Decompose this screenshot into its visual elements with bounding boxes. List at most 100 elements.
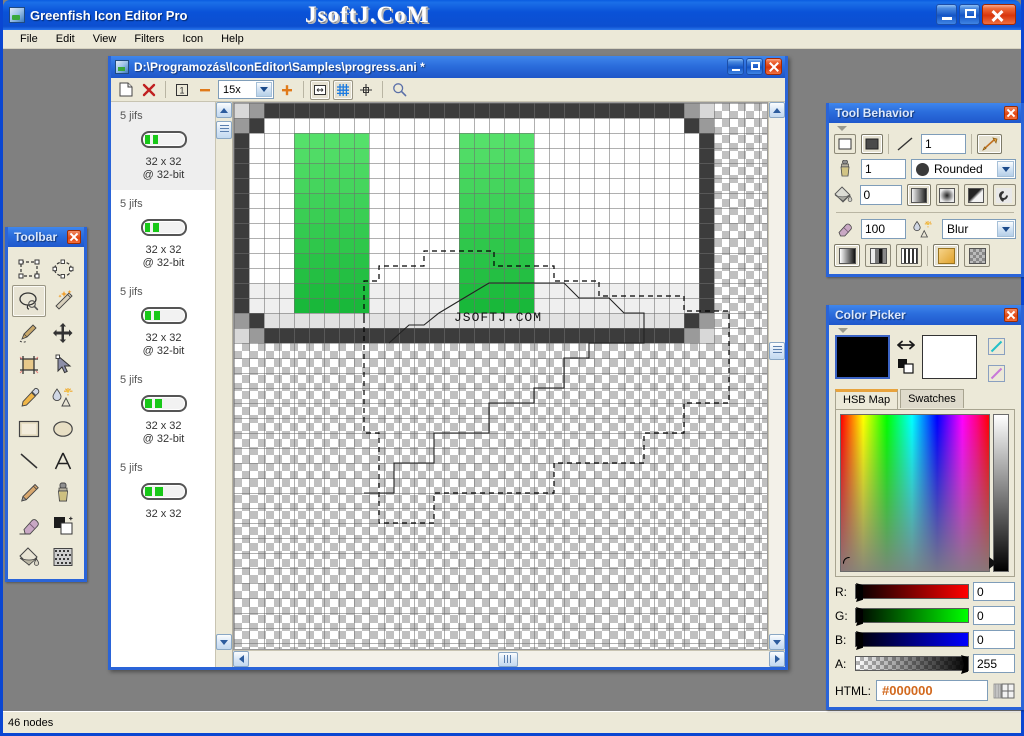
magic-wand-tool[interactable] <box>46 285 80 317</box>
frames-scrollbar[interactable] <box>215 102 232 667</box>
zoom-level-combo[interactable]: 15x <box>218 80 274 99</box>
chevron-down-icon[interactable] <box>997 161 1014 177</box>
paint-bucket-tool[interactable] <box>12 541 46 573</box>
background-line-icon[interactable] <box>988 365 1005 382</box>
close-button[interactable] <box>982 4 1016 25</box>
linear-gradient-button[interactable] <box>907 184 931 206</box>
green-slider-knob[interactable] <box>856 607 863 626</box>
ellipse-tool[interactable] <box>46 413 80 445</box>
blue-slider-knob[interactable] <box>856 631 863 650</box>
brush-tool[interactable] <box>46 477 80 509</box>
crop-tool[interactable] <box>12 349 46 381</box>
hsb-map[interactable] <box>840 414 997 572</box>
canvas-scroll-left-button[interactable] <box>233 651 249 667</box>
canvas-surface[interactable]: JSOFTJ.COM <box>234 103 767 649</box>
zoom-in-button[interactable] <box>277 80 297 100</box>
brush-shape-combo[interactable]: Rounded <box>911 159 1016 179</box>
filled-shape-button[interactable] <box>861 134 883 154</box>
outline-shape-button[interactable] <box>834 134 856 154</box>
green-channel-value[interactable]: 0 <box>973 606 1015 625</box>
toolbar-palette-close-icon[interactable] <box>67 230 81 244</box>
canvas-vscroll-thumb[interactable] <box>769 342 785 360</box>
document-maximize-button[interactable] <box>746 58 763 75</box>
line-tool[interactable] <box>12 445 46 477</box>
frame-list-item[interactable]: 5 jifs 32 x 32 @ 32-bit <box>111 366 216 454</box>
palette-icon[interactable] <box>993 682 1015 700</box>
brightness-slider[interactable] <box>993 414 1009 572</box>
rectangle-tool[interactable] <box>12 413 46 445</box>
color-picker-close-icon[interactable] <box>1004 308 1018 322</box>
menu-icon[interactable]: Icon <box>173 31 212 47</box>
rect-select-tool[interactable] <box>12 253 46 285</box>
pencil-tool[interactable] <box>12 477 46 509</box>
green-channel-slider[interactable] <box>855 607 969 626</box>
eyedropper-tool[interactable] <box>12 381 46 413</box>
tool-behavior-close-icon[interactable] <box>1004 106 1018 120</box>
effect-combo[interactable]: Blur <box>942 219 1016 239</box>
frames-scroll-thumb[interactable] <box>216 121 232 139</box>
move-tool[interactable] <box>46 317 80 349</box>
alpha-channel-value[interactable]: 255 <box>973 654 1015 673</box>
canvas-vertical-scrollbar[interactable] <box>768 102 785 650</box>
frame-index-button[interactable]: 1 <box>172 80 192 100</box>
brush-size-input[interactable]: 1 <box>861 159 906 179</box>
fit-window-button[interactable] <box>310 79 330 100</box>
spiral-gradient-button[interactable] <box>992 184 1017 206</box>
line-width-input[interactable]: 1 <box>921 134 966 154</box>
canvas-scroll-down-button[interactable] <box>769 634 785 650</box>
menu-help[interactable]: Help <box>212 31 253 47</box>
ellipse-select-tool[interactable] <box>46 253 80 285</box>
swap-arrows-icon[interactable] <box>896 339 916 351</box>
zoom-out-button[interactable] <box>195 80 215 100</box>
menu-filters[interactable]: Filters <box>125 31 173 47</box>
red-channel-value[interactable]: 0 <box>973 582 1015 601</box>
chevron-down-icon[interactable] <box>256 82 272 97</box>
toggle-grid-button[interactable] <box>333 79 353 100</box>
banded-gradient-button[interactable] <box>865 244 891 267</box>
menu-edit[interactable]: Edit <box>47 31 84 47</box>
alpha-channel-slider[interactable] <box>855 655 969 674</box>
html-color-input[interactable]: #000000 <box>876 680 988 701</box>
conical-gradient-button[interactable] <box>964 184 988 206</box>
alpha-slider-knob[interactable] <box>961 655 968 674</box>
document-close-button[interactable] <box>765 58 782 75</box>
canvas-horizontal-scrollbar[interactable] <box>233 650 785 667</box>
canvas-viewport[interactable]: JSOFTJ.COM <box>233 102 768 650</box>
red-channel-slider[interactable] <box>855 583 969 602</box>
reset-colors-icon[interactable] <box>896 357 916 375</box>
canvas-scroll-up-button[interactable] <box>769 102 785 118</box>
canvas-hscroll-thumb[interactable] <box>498 651 518 667</box>
text-tool[interactable] <box>46 445 80 477</box>
frame-list-item[interactable]: 5 jifs 32 x 32 @ 32-bit <box>111 190 216 278</box>
canvas-scroll-right-button[interactable] <box>769 651 785 667</box>
striped-gradient-button[interactable] <box>896 244 922 267</box>
radial-gradient-button[interactable] <box>935 184 960 206</box>
color-swap-button[interactable] <box>977 134 1002 154</box>
hotspot-button[interactable] <box>356 80 376 100</box>
tolerance-input[interactable]: 0 <box>859 185 903 205</box>
frames-scroll-down-button[interactable] <box>216 634 232 650</box>
smooth-gradient-button[interactable] <box>834 244 860 267</box>
minimize-button[interactable] <box>936 4 957 25</box>
lasso-select-tool[interactable] <box>12 285 46 317</box>
frames-scroll-up-button[interactable] <box>216 102 232 118</box>
foreground-line-icon[interactable] <box>988 338 1005 355</box>
solid-color-button[interactable] <box>933 244 959 267</box>
frame-list-item[interactable]: 5 jifs 32 x 32 @ 32-bit <box>111 278 216 366</box>
maximize-button[interactable] <box>959 4 980 25</box>
transparent-color-button[interactable] <box>964 244 990 267</box>
delete-frame-button[interactable] <box>139 80 159 100</box>
blur-sharpen-tool[interactable] <box>46 381 80 413</box>
gradient-tool[interactable] <box>46 509 80 541</box>
pattern-tool[interactable] <box>46 541 80 573</box>
frame-list-item[interactable]: 5 jifs 32 x 32 @ 32-bit <box>111 102 216 190</box>
new-frame-button[interactable] <box>116 80 136 100</box>
pointer-tool[interactable] <box>46 349 80 381</box>
document-minimize-button[interactable] <box>727 58 744 75</box>
tab-hsb-map[interactable]: HSB Map <box>835 389 899 409</box>
chevron-down-icon[interactable] <box>997 221 1014 237</box>
eraser-tool[interactable] <box>12 509 46 541</box>
magnifier-button[interactable] <box>389 80 409 100</box>
opacity-input[interactable]: 100 <box>861 219 906 239</box>
menu-file[interactable]: File <box>11 31 47 47</box>
